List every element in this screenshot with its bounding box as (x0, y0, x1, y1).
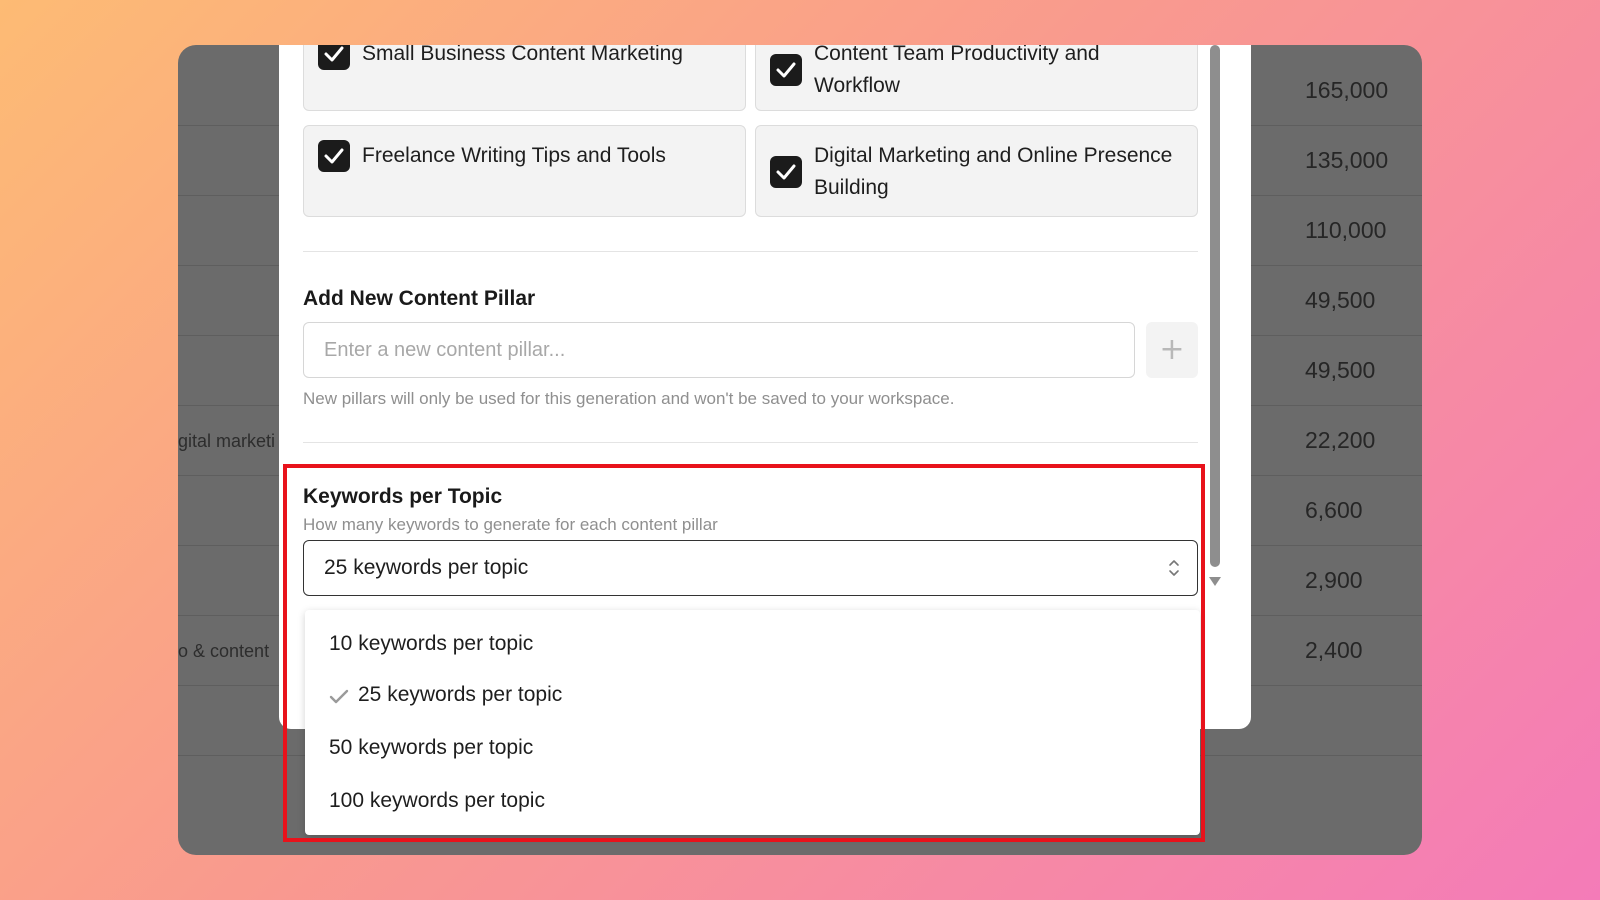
check-icon (776, 164, 796, 180)
divider (303, 251, 1198, 252)
check-icon (776, 62, 796, 78)
row-snippet: o & content (178, 641, 270, 661)
keywords-title: Keywords per Topic (303, 485, 503, 508)
row-value: 49,500 (1305, 287, 1376, 313)
new-pillar-input[interactable] (303, 322, 1135, 378)
option-10-keywords[interactable]: 10 keywords per topic (329, 632, 533, 656)
pillar-checkbox[interactable] (318, 140, 350, 172)
pillar-checkbox[interactable] (770, 54, 802, 86)
scrollbar-thumb[interactable] (1210, 45, 1220, 567)
row-value: 22,200 (1305, 427, 1376, 453)
check-icon (324, 148, 344, 164)
row-value: 110,000 (1305, 217, 1387, 243)
row-value: 2,900 (1305, 567, 1363, 593)
row-value: 2,400 (1305, 637, 1363, 663)
pillar-label: Digital Marketing and Online Presence Bu… (814, 144, 1173, 199)
keywords-select[interactable]: 25 keywords per topic (303, 540, 1198, 596)
plus-icon: + (1159, 332, 1185, 367)
add-pillar-title: Add New Content Pillar (303, 287, 536, 310)
pillar-card[interactable]: Digital Marketing and Online Presence Bu… (755, 125, 1198, 217)
pillar-label: Freelance Writing Tips and Tools (362, 144, 666, 167)
keywords-options-list: 10 keywords per topic 25 keywords per to… (305, 610, 1200, 835)
option-25-keywords[interactable]: 25 keywords per topic (358, 683, 562, 707)
scroll-down-arrow-icon[interactable] (1209, 577, 1221, 586)
pillar-label: Content Team Productivity and Workflow (814, 45, 1100, 97)
keywords-select-value: 25 keywords per topic (324, 556, 529, 579)
option-100-keywords[interactable]: 100 keywords per topic (329, 789, 545, 813)
row-value: 135,000 (1305, 147, 1389, 173)
pillar-card[interactable]: Freelance Writing Tips and Tools (303, 125, 746, 217)
pillar-checkbox[interactable] (318, 45, 350, 70)
pillar-card[interactable]: Small Business Content Marketing (303, 45, 746, 111)
row-value: 6,600 (1305, 497, 1363, 523)
pillar-card[interactable]: Content Team Productivity and Workflow (755, 45, 1198, 111)
scrollbar[interactable] (1209, 45, 1221, 635)
row-value: 165,000 (1305, 77, 1389, 103)
check-icon (329, 689, 349, 704)
keywords-description: How many keywords to generate for each c… (303, 515, 718, 534)
option-50-keywords[interactable]: 50 keywords per topic (329, 736, 533, 760)
add-pillar-helper: New pillars will only be used for this g… (303, 389, 955, 408)
divider (303, 442, 1198, 443)
row-snippet: gital marketi (178, 431, 276, 451)
row-value: 49,500 (1305, 357, 1376, 383)
pillar-checkbox[interactable] (770, 156, 802, 188)
add-pillar-button[interactable]: + (1146, 322, 1198, 378)
chevron-up-down-icon (1169, 560, 1179, 576)
pillar-label: Small Business Content Marketing (362, 45, 683, 65)
check-icon (324, 46, 344, 62)
